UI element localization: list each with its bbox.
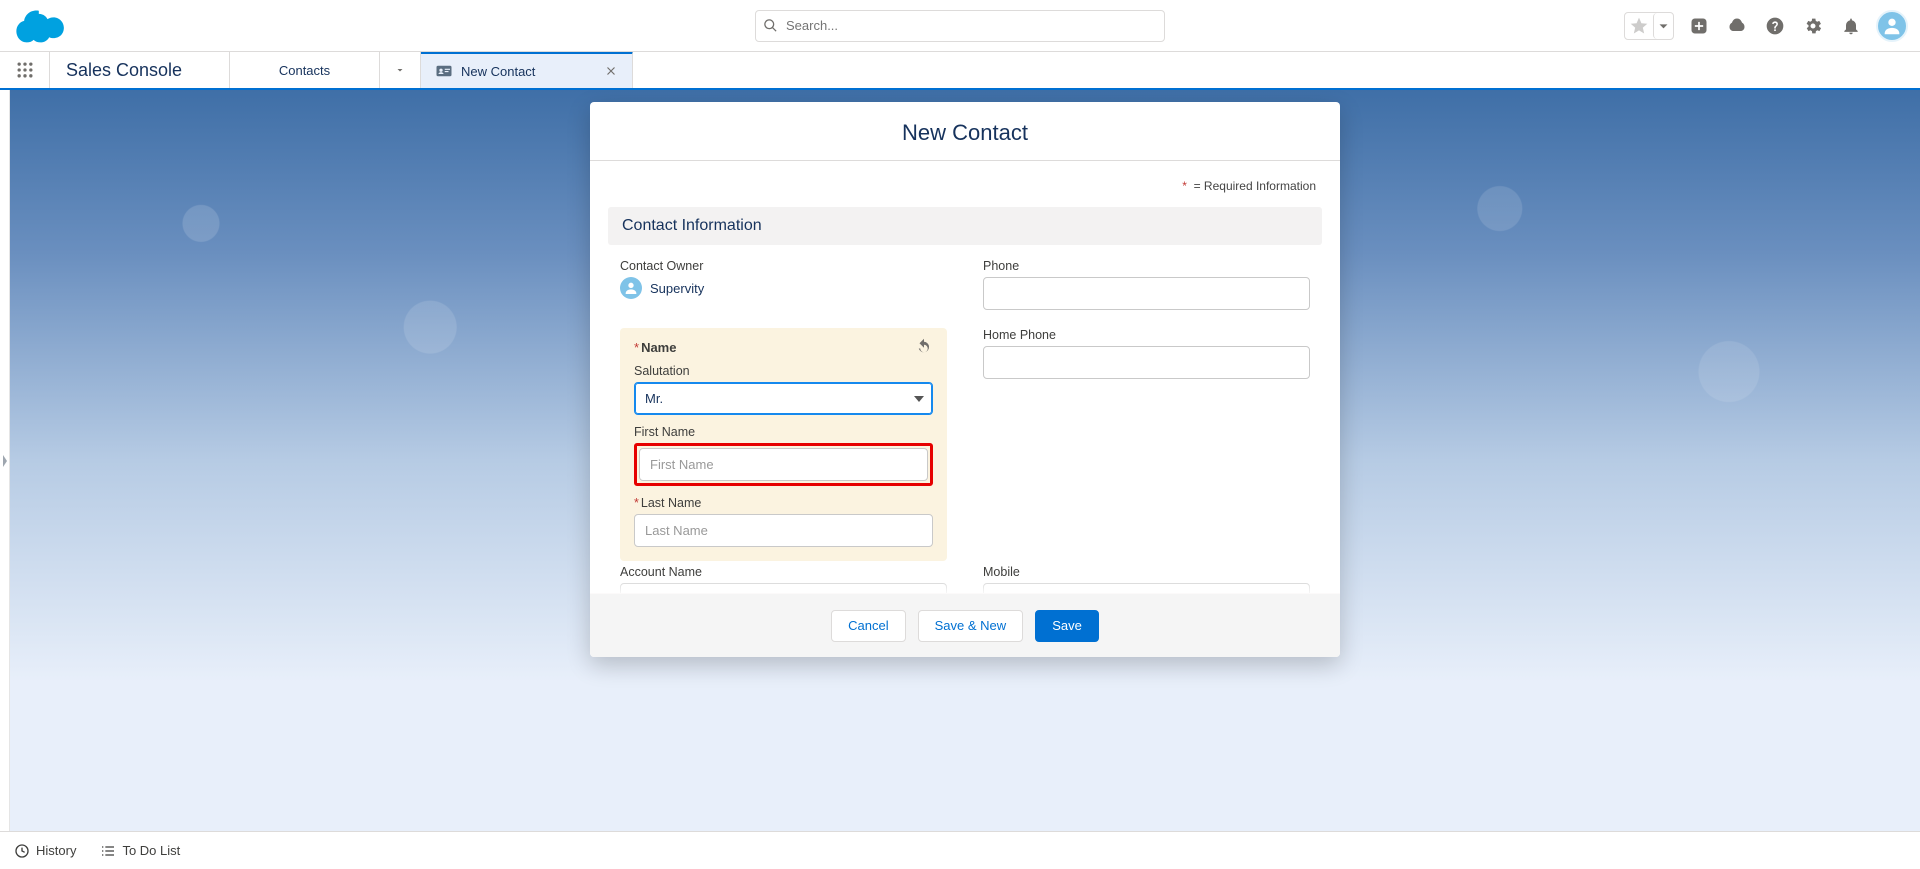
field-mobile: Mobile	[983, 565, 1310, 593]
field-phone: Phone	[983, 259, 1310, 310]
new-contact-modal: New Contact * = Required Information Con…	[590, 102, 1340, 657]
global-search-input[interactable]	[755, 10, 1165, 42]
setup-gear-icon[interactable]	[1800, 13, 1826, 39]
field-account-name: Account Name	[620, 565, 947, 593]
owner-avatar-icon	[620, 277, 642, 299]
contact-info-grid: Contact Owner Supervity Phone	[614, 259, 1316, 593]
workspace-tab-new-contact[interactable]: New Contact	[421, 51, 633, 88]
trailhead-icon[interactable]	[1724, 13, 1750, 39]
name-compound-panel: *Name Salutation Mr. First Name	[620, 328, 947, 561]
salesforce-logo-icon	[16, 7, 72, 45]
modal-footer: Cancel Save & New Save	[590, 593, 1340, 657]
utility-bar: History To Do List	[0, 831, 1920, 869]
clock-icon	[14, 843, 30, 859]
header-actions	[1624, 10, 1908, 42]
global-search	[755, 10, 1165, 42]
help-icon[interactable]	[1762, 13, 1788, 39]
workspace-tab-label: New Contact	[461, 64, 535, 79]
section-contact-information: Contact Information	[608, 207, 1322, 245]
caret-down-icon	[914, 396, 924, 402]
favorite-star-icon[interactable]	[1625, 13, 1653, 39]
notifications-bell-icon[interactable]	[1838, 13, 1864, 39]
save-new-button[interactable]: Save & New	[918, 610, 1024, 642]
label-last-name: *Last Name	[634, 496, 933, 510]
checklist-icon	[100, 843, 116, 859]
app-launcher-icon[interactable]	[0, 52, 50, 88]
nav-tab-contacts-dropdown[interactable]	[380, 52, 421, 88]
label-name: Name	[641, 340, 676, 355]
global-add-icon[interactable]	[1686, 13, 1712, 39]
favorites-combo	[1624, 12, 1674, 40]
field-contact-owner: Contact Owner Supervity	[620, 259, 947, 310]
label-first-name: First Name	[634, 425, 933, 439]
input-home-phone[interactable]	[983, 346, 1310, 379]
modal-scroll[interactable]: * = Required Information Contact Informa…	[590, 161, 1340, 593]
cancel-button[interactable]: Cancel	[831, 610, 905, 642]
search-icon	[763, 18, 778, 33]
required-asterisk: *	[1182, 179, 1187, 193]
label-phone: Phone	[983, 259, 1310, 273]
label-mobile: Mobile	[983, 565, 1310, 579]
label-salutation: Salutation	[634, 364, 933, 378]
label-account-name: Account Name	[620, 565, 947, 579]
global-header	[0, 0, 1920, 52]
first-name-highlight	[634, 443, 933, 486]
context-bar: Sales Console Contacts New Contact	[0, 52, 1920, 90]
input-phone[interactable]	[983, 277, 1310, 310]
contact-card-icon	[435, 62, 453, 80]
app-name: Sales Console	[50, 52, 230, 88]
modal-body: * = Required Information Contact Informa…	[590, 161, 1340, 593]
user-avatar[interactable]	[1876, 10, 1908, 42]
input-account-name[interactable]	[620, 583, 947, 593]
input-last-name[interactable]	[634, 514, 933, 547]
input-salutation[interactable]: Mr.	[634, 382, 933, 415]
input-first-name[interactable]	[639, 448, 928, 481]
label-contact-owner: Contact Owner	[620, 259, 947, 273]
required-note: * = Required Information	[614, 175, 1316, 207]
salutation-value: Mr.	[645, 391, 663, 406]
label-home-phone: Home Phone	[983, 328, 1310, 342]
modal-title: New Contact	[590, 102, 1340, 161]
close-icon[interactable]	[604, 64, 618, 78]
field-home-phone: Home Phone	[983, 328, 1310, 432]
owner-value: Supervity	[650, 281, 704, 296]
input-mobile[interactable]	[983, 583, 1310, 593]
left-split-handle[interactable]	[0, 90, 10, 831]
nav-tab-contacts[interactable]: Contacts	[230, 52, 380, 88]
workspace: New Contact * = Required Information Con…	[10, 90, 1920, 831]
favorite-dropdown-icon[interactable]	[1653, 13, 1673, 39]
utility-todo[interactable]: To Do List	[100, 843, 180, 859]
undo-icon[interactable]	[915, 338, 933, 356]
utility-history[interactable]: History	[14, 843, 76, 859]
save-button[interactable]: Save	[1035, 610, 1099, 642]
